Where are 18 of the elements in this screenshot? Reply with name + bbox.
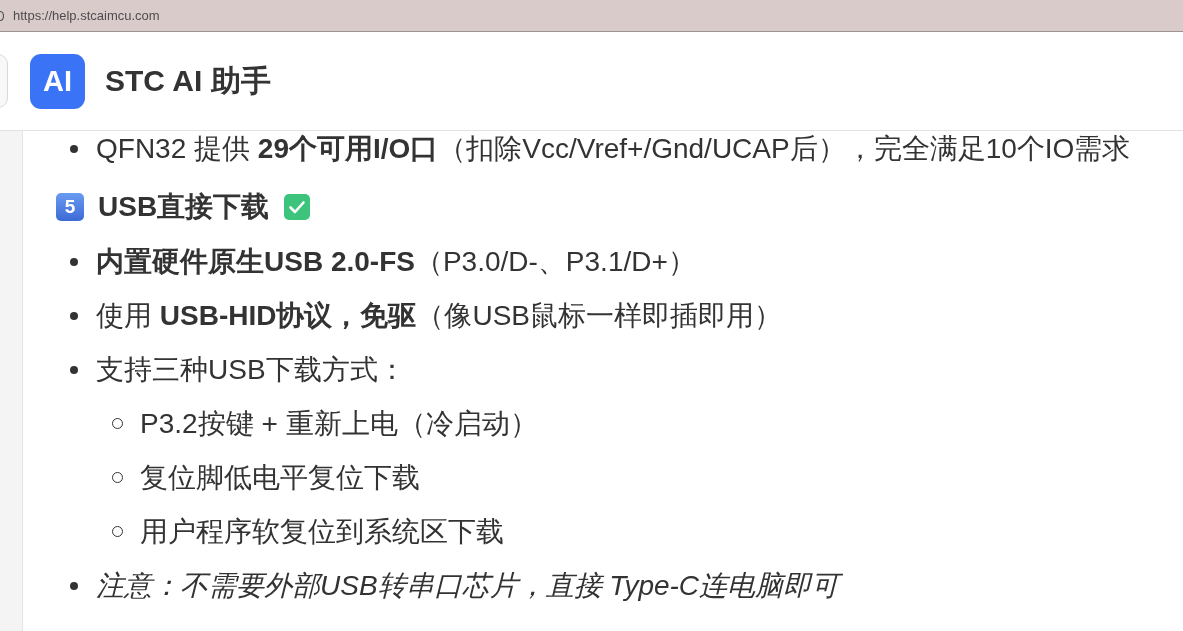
bullet-icon — [70, 257, 78, 266]
list-text: 复位脚低电平复位下载 — [140, 460, 420, 495]
list-text: 用户程序软复位到系统区下载 — [140, 514, 504, 549]
bullet-icon — [70, 145, 78, 153]
bullet-icon — [70, 581, 78, 590]
app-title: STC AI 助手 — [105, 62, 271, 99]
address-bar[interactable]: https://help.stcaimcu.com — [0, 0, 1183, 32]
section-heading: USB直接下载 — [98, 189, 270, 224]
list-text: 使用 USB-HID协议，免驱（像USB鼠标一样即插即用） — [96, 298, 783, 333]
ai-logo: AI — [30, 53, 85, 109]
list-text: 内置硬件原生USB 2.0-FS（P3.0/D-、P3.1/D+） — [96, 244, 696, 279]
number-keycap: 5 — [56, 192, 84, 221]
list-text: QFN32 提供 29个可用I/O口（扣除Vcc/Vref+/Gnd/UCAP后），完全满足10个IO需求 — [96, 132, 1131, 166]
bullet-icon — [70, 365, 78, 374]
bullet-icon — [70, 311, 78, 320]
list-text: 支持三种USB下载方式： — [96, 352, 406, 387]
list-text: P3.2按键 + 重新上电（冷启动） — [140, 406, 538, 441]
site-info-icon[interactable] — [0, 10, 4, 21]
